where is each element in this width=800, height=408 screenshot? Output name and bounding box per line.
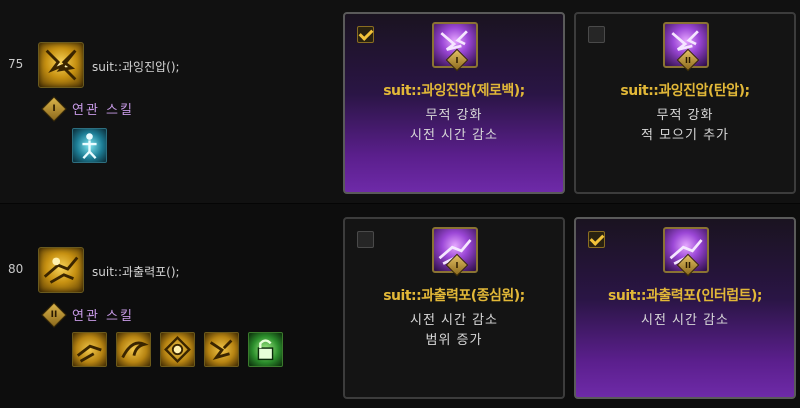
overoutput-depth-icon: I xyxy=(432,227,478,277)
option-title: suit::과출력포(인터럽트); xyxy=(608,288,762,304)
skill-row-75: 75 suit::과잉진압(); I 연관 스킬 I suit::과잉진압(제로… xyxy=(0,0,800,204)
option-title: suit::과잉진압(제로백); xyxy=(383,83,525,99)
skill-level: 75 xyxy=(8,57,24,71)
green-lock-skill-icon[interactable] xyxy=(248,332,283,367)
gold-figure-skill-icon[interactable] xyxy=(204,332,239,367)
related-skill-label: 연관 스킬 xyxy=(72,103,134,118)
option-checkbox[interactable] xyxy=(357,26,374,43)
option-effect: 범위 증가 xyxy=(425,333,483,348)
gold-rune-skill-icon[interactable] xyxy=(160,332,195,367)
option-card-zeroback[interactable]: I suit::과잉진압(제로백); 무적 강화 시전 시간 감소 xyxy=(343,12,565,194)
option-card-interrupt[interactable]: II suit::과출력포(인터럽트); 시전 시간 감소 xyxy=(574,217,796,399)
option-effect: 시전 시간 감소 xyxy=(409,128,499,143)
gold-swirl-skill-icon[interactable] xyxy=(116,332,151,367)
option-checkbox[interactable] xyxy=(357,231,374,248)
skill-level: 80 xyxy=(8,262,24,276)
skill-name: suit::과출력포(); xyxy=(92,265,180,279)
roman-badge: I xyxy=(41,96,67,122)
teal-figure-skill-icon[interactable] xyxy=(72,128,107,163)
overpress-skill-icon[interactable] xyxy=(38,42,84,88)
option-effect: 시전 시간 감소 xyxy=(409,313,499,328)
skill-name: suit::과잉진압(); xyxy=(92,60,180,74)
option-checkbox[interactable] xyxy=(588,26,605,43)
option-effect: 무적 강화 xyxy=(425,108,483,123)
related-skill-label: 연관 스킬 xyxy=(72,309,134,324)
option-effect: 적 모으기 추가 xyxy=(640,128,730,143)
option-effect: 시전 시간 감소 xyxy=(640,313,730,328)
roman-badge: II xyxy=(41,302,67,328)
overpress-crackdown-icon: II xyxy=(663,22,709,72)
gold-dash-skill-icon[interactable] xyxy=(72,332,107,367)
option-title: suit::과잉진압(탄압); xyxy=(620,83,750,99)
overoutput-interrupt-icon: II xyxy=(663,227,709,277)
option-checkbox[interactable] xyxy=(588,231,605,248)
option-effect: 무적 강화 xyxy=(656,108,714,123)
skill-row-80: 80 suit::과출력포(); II 연관 스킬 I suit::과출력포(종… xyxy=(0,204,800,408)
overoutput-cannon-skill-icon[interactable] xyxy=(38,247,84,293)
option-card-depth[interactable]: I suit::과출력포(종심원); 시전 시간 감소 범위 증가 xyxy=(343,217,565,399)
option-card-crackdown[interactable]: II suit::과잉진압(탄압); 무적 강화 적 모으기 추가 xyxy=(574,12,796,194)
overpress-zeroback-icon: I xyxy=(432,22,478,72)
option-title: suit::과출력포(종심원); xyxy=(383,288,525,304)
